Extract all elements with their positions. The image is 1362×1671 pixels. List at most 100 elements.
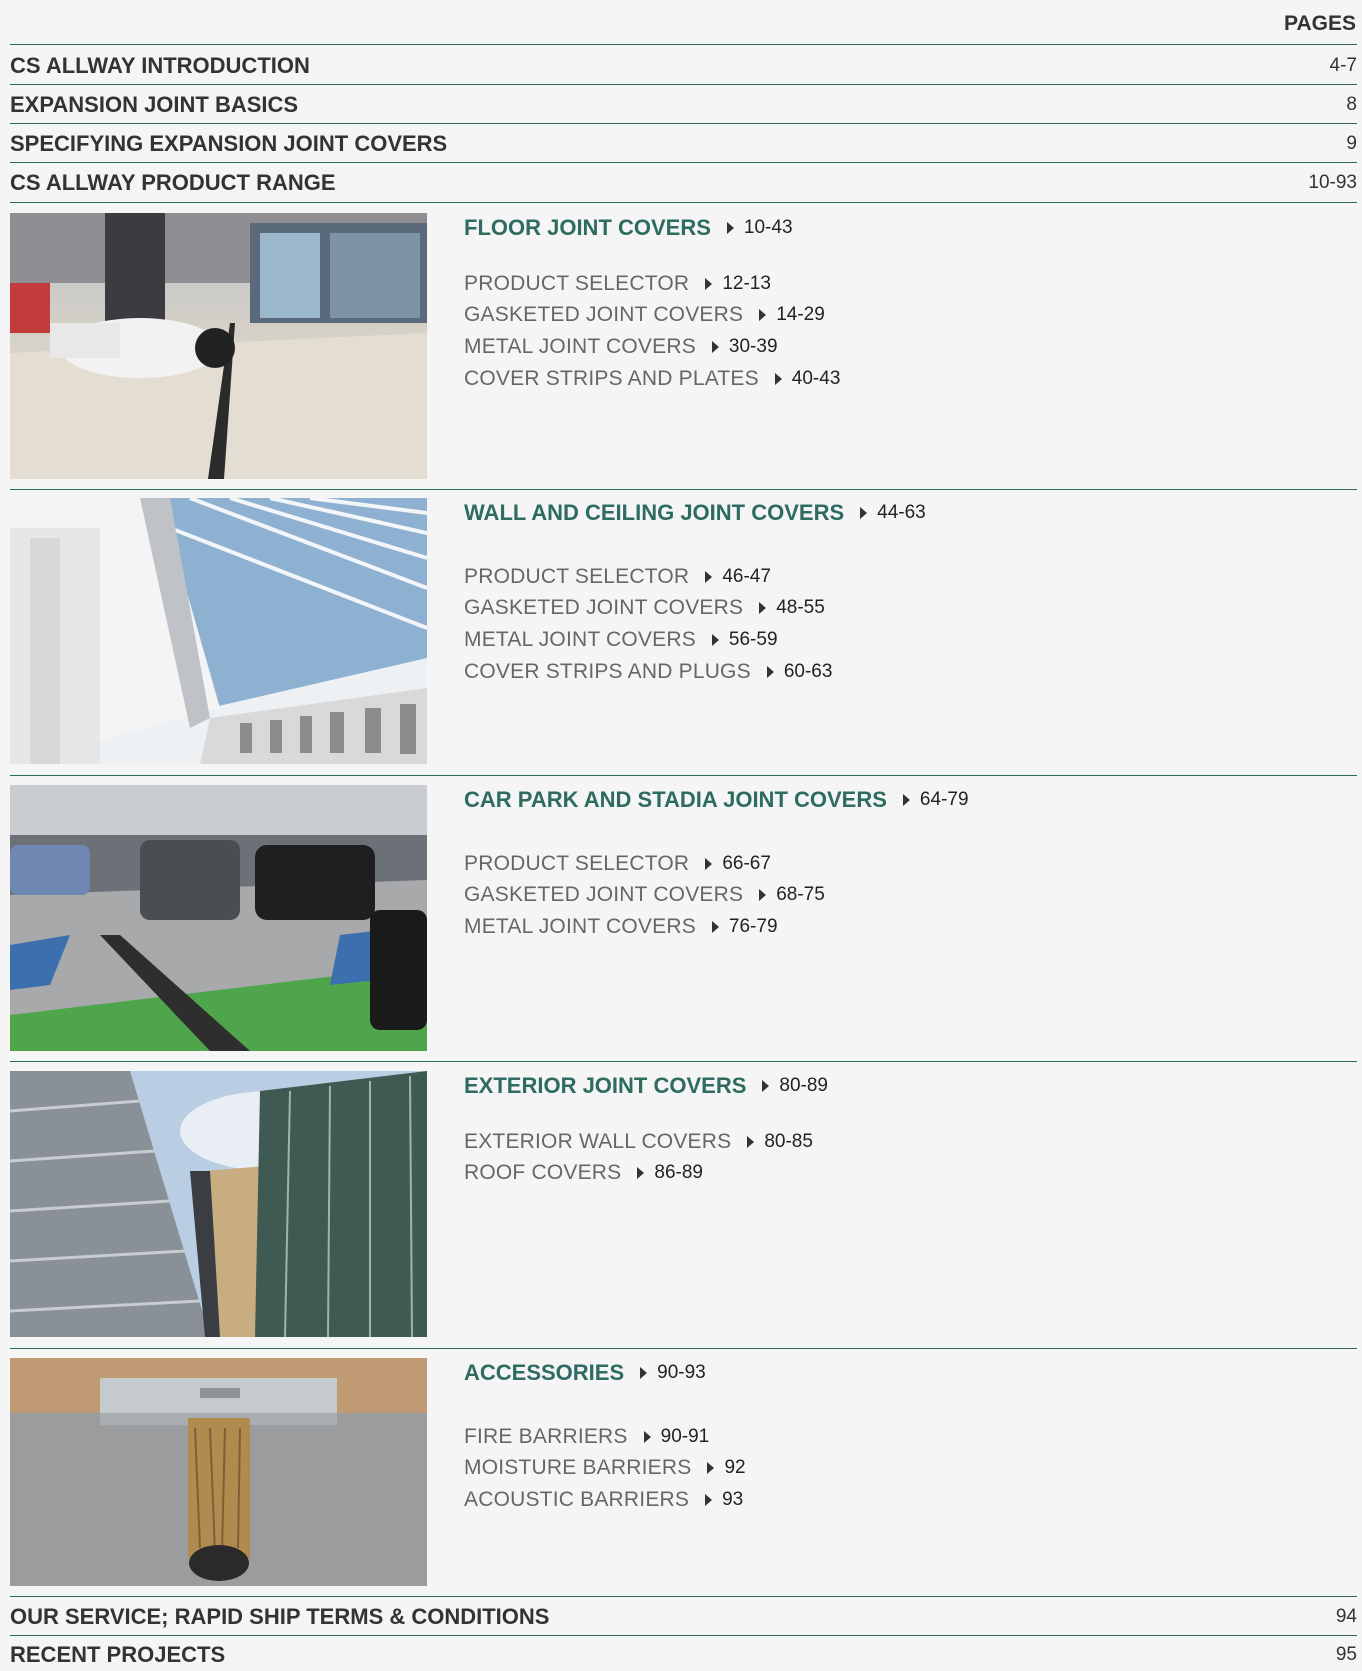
list-item-title: COVER STRIPS AND PLUGS xyxy=(464,659,751,683)
section-pages: 90-93 xyxy=(657,1362,706,1383)
divider xyxy=(10,84,1357,85)
triangle-right-icon xyxy=(726,222,734,234)
list-item-title: MOISTURE BARRIERS xyxy=(464,1456,692,1480)
triangle-right-icon xyxy=(762,1080,770,1092)
list-item-title: COVER STRIPS AND PLATES xyxy=(464,366,759,390)
list-item-pages: 66-67 xyxy=(722,852,771,874)
toc-entry[interactable]: CS ALLWAY INTRODUCTION 4-7 xyxy=(10,50,1357,82)
list-item-title: PRODUCT SELECTOR xyxy=(464,564,690,588)
divider xyxy=(10,775,1357,776)
list-item[interactable]: ROOF COVERS 86-89 xyxy=(464,1158,1357,1190)
section-pages: 80-89 xyxy=(779,1075,828,1096)
list-item-pages: 93 xyxy=(722,1488,744,1510)
list-item-pages: 30-39 xyxy=(728,335,778,357)
triangle-right-icon xyxy=(774,372,782,385)
section-pages: 10-43 xyxy=(743,217,793,238)
list-item[interactable]: GASKETED JOINT COVERS 48-55 xyxy=(464,593,1357,625)
section-title: EXTERIOR JOINT COVERS xyxy=(464,1073,747,1098)
list-item-pages: 46-47 xyxy=(722,565,771,587)
pages-column-header: PAGES xyxy=(1284,12,1356,35)
toc-entry-title: EXPANSION JOINT BASICS xyxy=(10,92,299,117)
list-item[interactable]: METAL JOINT COVERS 30-39 xyxy=(464,331,1357,363)
list-item[interactable]: GASKETED JOINT COVERS 68-75 xyxy=(464,880,1357,912)
triangle-right-icon xyxy=(705,857,713,870)
list-item[interactable]: COVER STRIPS AND PLATES 40-43 xyxy=(464,363,1357,395)
list-item[interactable]: MOISTURE BARRIERS 92 xyxy=(464,1453,1357,1485)
section-heading[interactable]: CAR PARK AND STADIA JOINT COVERS 64-79 xyxy=(464,785,1357,815)
list-item[interactable]: ACOUSTIC BARRIERS 93 xyxy=(464,1484,1357,1516)
triangle-right-icon xyxy=(711,633,719,646)
list-item-title: PRODUCT SELECTOR xyxy=(464,851,690,875)
toc-entry[interactable]: CS ALLWAY PRODUCT RANGE 10-93 xyxy=(10,167,1357,199)
triangle-right-icon xyxy=(640,1367,648,1379)
section-heading[interactable]: EXTERIOR JOINT COVERS 80-89 xyxy=(464,1071,1357,1101)
divider xyxy=(10,202,1357,203)
list-item[interactable]: EXTERIOR WALL COVERS 80-85 xyxy=(464,1126,1357,1158)
section-floor-joint-covers: FLOOR JOINT COVERS 10-43 PRODUCT SELECTO… xyxy=(10,213,1357,479)
triangle-right-icon xyxy=(711,340,719,353)
list-item-pages: 92 xyxy=(724,1457,746,1479)
list-item-title: ROOF COVERS xyxy=(464,1161,622,1185)
section-title: FLOOR JOINT COVERS xyxy=(464,215,711,240)
list-item-pages: 60-63 xyxy=(783,660,833,682)
list-item[interactable]: PRODUCT SELECTOR 46-47 xyxy=(464,561,1357,593)
list-item[interactable]: METAL JOINT COVERS 76-79 xyxy=(464,911,1357,943)
toc-entry-title: CS ALLWAY INTRODUCTION xyxy=(10,53,310,78)
section-title: WALL AND CEILING JOINT COVERS xyxy=(464,500,845,525)
triangle-right-icon xyxy=(759,309,767,322)
section-title: ACCESSORIES xyxy=(464,1360,625,1385)
list-item[interactable]: COVER STRIPS AND PLUGS 60-63 xyxy=(464,656,1357,688)
section-car-park-joint-covers: CAR PARK AND STADIA JOINT COVERS 64-79 P… xyxy=(10,785,1357,1051)
section-content: EXTERIOR JOINT COVERS 80-89 EXTERIOR WAL… xyxy=(464,1071,1357,1189)
list-item-pages: 56-59 xyxy=(728,628,778,650)
section-content: FLOOR JOINT COVERS 10-43 PRODUCT SELECTO… xyxy=(464,213,1357,394)
section-heading[interactable]: FLOOR JOINT COVERS 10-43 xyxy=(464,213,1357,243)
toc-entry-pages: 8 xyxy=(1346,94,1357,115)
triangle-right-icon xyxy=(707,1462,715,1475)
list-item-pages: 80-85 xyxy=(764,1130,813,1152)
section-wall-ceiling-joint-covers: WALL AND CEILING JOINT COVERS 44-63 PROD… xyxy=(10,498,1357,764)
triangle-right-icon xyxy=(860,507,868,519)
list-item[interactable]: PRODUCT SELECTOR 66-67 xyxy=(464,848,1357,880)
triangle-right-icon xyxy=(643,1430,651,1443)
toc-entry[interactable]: OUR SERVICE; RAPID SHIP TERMS & CONDITIO… xyxy=(10,1601,1357,1633)
list-item[interactable]: METAL JOINT COVERS 56-59 xyxy=(464,624,1357,656)
list-item-title: GASKETED JOINT COVERS xyxy=(464,596,744,620)
sub-item-list: EXTERIOR WALL COVERS 80-85 ROOF COVERS 86-… xyxy=(464,1126,1357,1189)
section-content: WALL AND CEILING JOINT COVERS 44-63 PROD… xyxy=(464,498,1357,687)
section-heading[interactable]: WALL AND CEILING JOINT COVERS 44-63 xyxy=(464,498,1357,528)
list-item-pages: 48-55 xyxy=(776,597,825,619)
divider xyxy=(10,162,1357,163)
divider xyxy=(10,1596,1357,1597)
triangle-right-icon xyxy=(747,1135,755,1148)
sub-item-list: PRODUCT SELECTOR 46-47 GASKETED JOINT COV… xyxy=(464,561,1357,687)
list-item-pages: 68-75 xyxy=(776,884,825,906)
section-pages: 64-79 xyxy=(919,789,969,810)
toc-entry-pages: 9 xyxy=(1346,133,1357,154)
list-item[interactable]: FIRE BARRIERS 90-91 xyxy=(464,1421,1357,1453)
list-item-title: METAL JOINT COVERS xyxy=(464,334,696,358)
wall-ceiling-photo xyxy=(10,498,427,764)
section-content: CAR PARK AND STADIA JOINT COVERS 64-79 P… xyxy=(464,785,1357,943)
list-item-pages: 86-89 xyxy=(654,1162,703,1184)
list-item[interactable]: GASKETED JOINT COVERS 14-29 xyxy=(464,300,1357,332)
toc-entry-pages: 95 xyxy=(1335,1644,1357,1665)
list-item-pages: 76-79 xyxy=(728,915,778,937)
triangle-right-icon xyxy=(766,665,774,678)
toc-entry-pages: 4-7 xyxy=(1329,55,1357,76)
triangle-right-icon xyxy=(711,920,719,933)
list-item-pages: 14-29 xyxy=(776,304,825,326)
list-item[interactable]: PRODUCT SELECTOR 12-13 xyxy=(464,268,1357,300)
sub-item-list: PRODUCT SELECTOR 12-13 GASKETED JOINT COV… xyxy=(464,268,1357,394)
toc-entry[interactable]: RECENT PROJECTS 95 xyxy=(10,1639,1357,1671)
list-item-title: GASKETED JOINT COVERS xyxy=(464,883,744,907)
section-accessories: ACCESSORIES 90-93 FIRE BARRIERS 90-91 MOI… xyxy=(10,1358,1357,1586)
toc-entry[interactable]: SPECIFYING EXPANSION JOINT COVERS 9 xyxy=(10,128,1357,160)
list-item-title: METAL JOINT COVERS xyxy=(464,914,696,938)
divider xyxy=(10,489,1357,490)
section-heading[interactable]: ACCESSORIES 90-93 xyxy=(464,1358,1357,1388)
divider xyxy=(10,1635,1357,1636)
toc-entry[interactable]: EXPANSION JOINT BASICS 8 xyxy=(10,89,1357,121)
floor-photo xyxy=(10,213,427,479)
divider xyxy=(10,1348,1357,1349)
